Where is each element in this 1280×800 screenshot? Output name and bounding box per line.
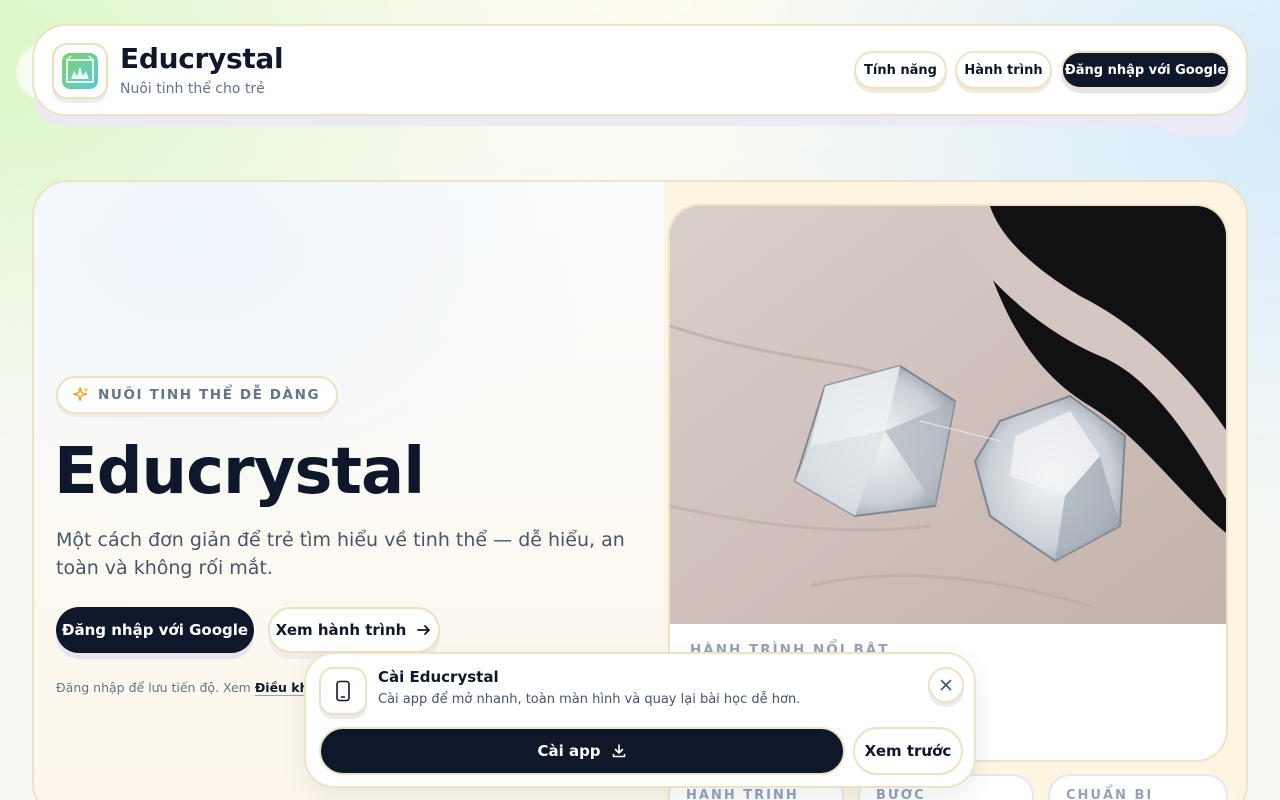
stat-card-journeys-label: HÀNH TRÌNH [686,788,799,800]
view-journeys-label: Xem hành trình [275,621,407,639]
toast-title: Cài Educrystal [378,668,499,686]
hero-badge: NUÔI TINH THỂ DỄ DÀNG [56,376,339,414]
hero-description: Một cách đơn giản để trẻ tìm hiểu về tin… [56,529,625,579]
download-icon [612,744,625,758]
toast-description: Cài app để mở nhanh, toàn màn hình và qu… [378,692,801,707]
header-google-login-button[interactable]: Đăng nhập với Google [1061,51,1230,89]
stat-card-prepare: CHUẨN BỊ [1048,774,1228,800]
preview-later-button[interactable]: Xem trước [853,727,963,775]
nav-journeys-button[interactable]: Hành trình [955,51,1052,89]
hero-title: Educrystal [54,435,425,509]
toast-icon-box [319,667,367,715]
top-header: Educrystal Nuôi tinh thể cho trẻ Tính nă… [32,24,1248,116]
login-note-text: Đăng nhập để lưu tiến độ. Xem [56,680,255,695]
install-app-toast: Cài Educrystal Cài app để mở nhanh, toàn… [304,652,976,788]
brand-title: Educrystal [120,42,284,75]
hero-badge-label: NUÔI TINH THỂ DỄ DÀNG [98,387,321,403]
view-journeys-button[interactable]: Xem hành trình [268,607,440,653]
crystal-photo [670,206,1226,624]
crystal-logo-icon[interactable] [52,43,108,99]
login-note: Đăng nhập để lưu tiến độ. Xem Điều khoản [56,680,335,696]
stat-card-steps-label: BƯỚC [876,788,926,800]
install-app-button[interactable]: Cài app [319,727,845,775]
close-toast-button[interactable] [928,667,964,703]
sparkles-icon [73,387,89,402]
close-icon [940,679,952,691]
arrow-right-icon [417,625,431,635]
hero-google-login-button[interactable]: Đăng nhập với Google [56,607,254,653]
brand-subtitle: Nuôi tinh thể cho trẻ [120,81,265,97]
nav-features-button[interactable]: Tính năng [854,51,947,89]
stat-card-prepare-label: CHUẨN BỊ [1066,788,1154,800]
smartphone-icon [336,680,350,702]
install-app-label: Cài app [537,742,601,760]
